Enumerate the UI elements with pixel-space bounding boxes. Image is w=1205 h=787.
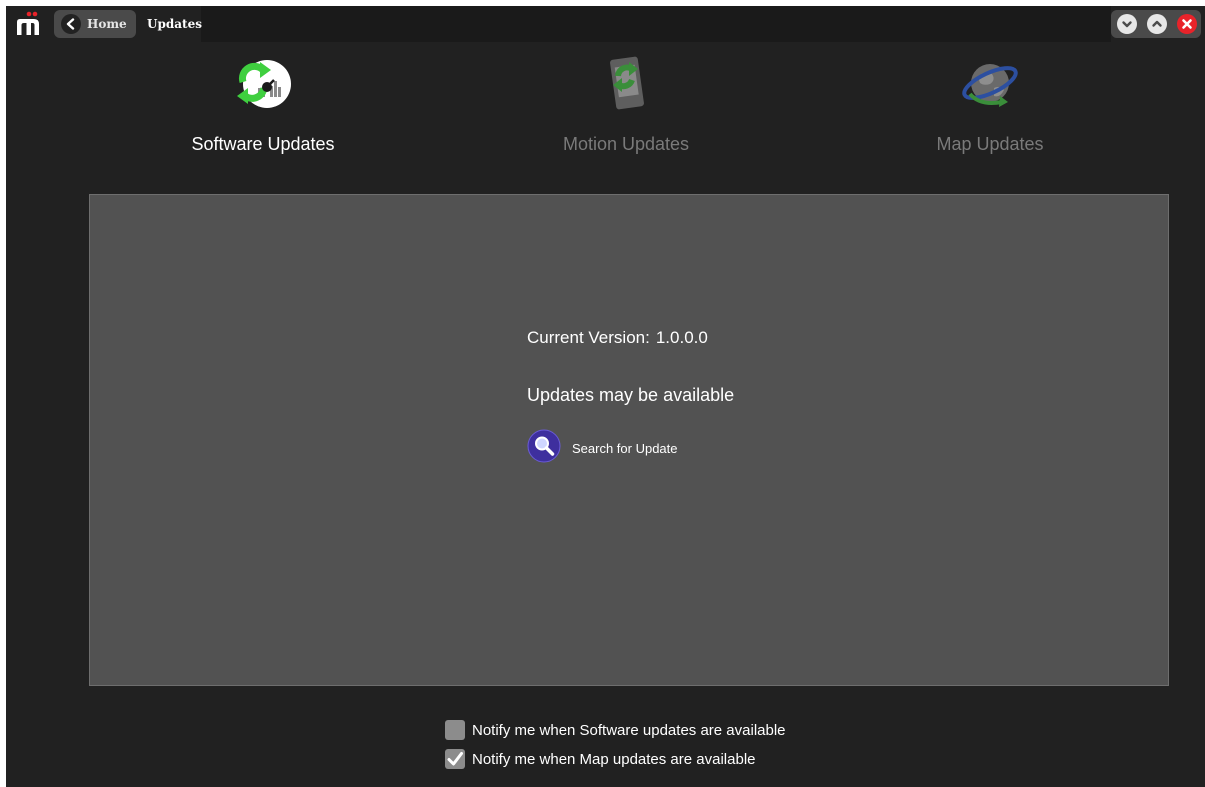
notify-map-checkbox[interactable]: Notify me when Map updates are available	[445, 748, 756, 770]
software-update-icon	[231, 50, 295, 114]
checkbox-unchecked	[445, 720, 465, 740]
map-update-icon	[958, 50, 1022, 114]
current-version-label: Current Version:	[527, 328, 650, 347]
chevron-up-icon	[1152, 20, 1162, 27]
tab-map-label: Map Updates	[936, 134, 1044, 154]
checkmark-icon	[445, 749, 465, 769]
current-version: Current Version: 1.0.0.0	[527, 328, 708, 348]
window-controls	[1111, 10, 1201, 38]
home-label: Home	[87, 17, 127, 31]
current-version-value: 1.0.0.0	[655, 328, 708, 347]
tab-motion-label: Motion Updates	[562, 134, 690, 154]
tab-motion-updates[interactable]: Motion Updates	[536, 50, 716, 165]
chevron-down-icon	[1122, 21, 1132, 28]
page-title: Updates	[147, 17, 202, 31]
expand-up-button[interactable]	[1147, 14, 1167, 34]
notify-map-label: Notify me when Map updates are available	[472, 750, 756, 768]
collapse-down-button[interactable]	[1117, 14, 1137, 34]
updates-window: Home Updates Software Updates Motion Upd…	[6, 6, 1205, 787]
back-arrow-icon	[61, 14, 81, 34]
tab-software-updates[interactable]: Software Updates	[166, 50, 360, 165]
app-logo-icon	[14, 11, 42, 37]
motion-update-icon	[594, 50, 658, 114]
title-bar: Home Updates	[6, 6, 1205, 42]
tab-map-updates[interactable]: Map Updates	[906, 50, 1074, 165]
home-back-button[interactable]: Home	[54, 10, 136, 38]
tab-software-label: Software Updates	[191, 134, 335, 154]
search-for-update-label: Search for Update	[572, 440, 678, 456]
update-status-text: Updates may be available	[527, 385, 735, 405]
software-updates-panel: Current Version: 1.0.0.0 Updates may be a…	[89, 194, 1169, 686]
search-for-update-button[interactable]: Search for Update	[527, 429, 678, 468]
close-icon	[1182, 19, 1192, 29]
notify-software-label: Notify me when Software updates are avai…	[472, 721, 786, 739]
close-button[interactable]	[1177, 14, 1197, 34]
notify-software-checkbox[interactable]: Notify me when Software updates are avai…	[445, 719, 786, 741]
search-icon	[527, 429, 561, 468]
